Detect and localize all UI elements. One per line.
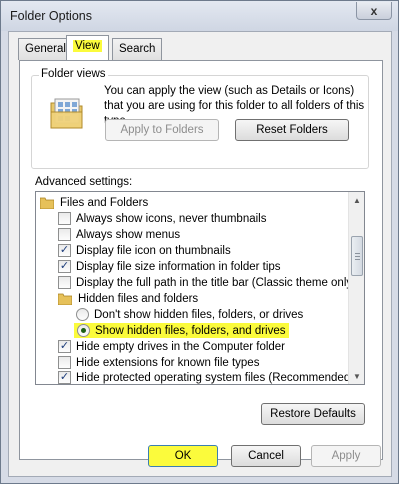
close-button[interactable]: x [356, 2, 392, 20]
option-label: Always show icons, never thumbnails [76, 212, 267, 225]
ok-label: OK [174, 450, 192, 462]
option-label: Always show menus [76, 228, 181, 241]
tree-scrollbar[interactable]: ▲ ▼ [348, 192, 364, 384]
option-hide-protected-files[interactable]: ✓ Hide protected operating system files … [58, 369, 355, 384]
advanced-settings-tree[interactable]: Files and Folders Always show icons, nev… [35, 191, 365, 385]
tree-item-label: Files and Folders [60, 196, 149, 209]
checkbox-checked[interactable]: ✓ [58, 340, 71, 353]
apply-label: Apply [331, 450, 361, 462]
option-display-file-size[interactable]: ✓ Display file size information in folde… [58, 258, 281, 275]
option-show-hidden[interactable]: Show hidden files, folders, and drives [74, 322, 289, 339]
option-label: Display file icon on thumbnails [76, 244, 231, 257]
option-label: Hide extensions for known file types [76, 356, 260, 369]
window-title: Folder Options [10, 9, 92, 23]
option-label: Show hidden files, folders, and drives [95, 324, 286, 337]
checkbox-unchecked[interactable] [58, 212, 71, 225]
scroll-thumb[interactable] [351, 236, 363, 276]
tab-search-label: Search [119, 43, 156, 55]
tab-general[interactable]: General [18, 38, 73, 60]
folder-views-icon [50, 98, 83, 129]
tab-view[interactable]: View [66, 35, 109, 60]
checkbox-checked[interactable]: ✓ [58, 260, 71, 273]
checkbox-unchecked[interactable] [58, 228, 71, 241]
tree-item-label: Hidden files and folders [78, 292, 199, 305]
checkbox-checked[interactable]: ✓ [58, 371, 71, 384]
reset-folders-label: Reset Folders [256, 124, 328, 136]
tab-general-label: General [25, 43, 66, 55]
folder-icon [40, 197, 54, 209]
reset-folders-button[interactable]: Reset Folders [235, 119, 349, 141]
tab-search[interactable]: Search [112, 38, 163, 60]
folder-icon [58, 293, 72, 305]
folder-views-legend: Folder views [39, 68, 108, 80]
option-label: Display the full path in the title bar (… [76, 276, 356, 289]
checkbox-unchecked[interactable] [58, 356, 71, 369]
apply-to-folders-button[interactable]: Apply to Folders [105, 119, 219, 141]
scroll-down-icon[interactable]: ▼ [351, 369, 363, 383]
advanced-settings-label: Advanced settings: [35, 176, 133, 188]
option-hide-empty-drives[interactable]: ✓ Hide empty drives in the Computer fold… [58, 338, 285, 355]
title-bar[interactable]: Folder Options x [1, 1, 398, 31]
apply-button[interactable]: Apply [311, 445, 381, 467]
option-always-show-menus[interactable]: Always show menus [58, 226, 180, 243]
tree-folder-hidden-files[interactable]: Hidden files and folders [58, 290, 198, 307]
option-always-show-icons[interactable]: Always show icons, never thumbnails [58, 210, 266, 227]
radio-unselected[interactable] [76, 308, 89, 321]
highlight-marker: Show hidden files, folders, and drives [74, 323, 289, 338]
apply-to-folders-label: Apply to Folders [120, 124, 204, 136]
radio-selected[interactable] [77, 324, 90, 337]
tab-view-label: View [73, 40, 102, 52]
scroll-up-icon[interactable]: ▲ [351, 193, 363, 207]
ok-button[interactable]: OK [148, 445, 218, 467]
tree-folder-files-and-folders[interactable]: Files and Folders [40, 194, 148, 211]
checkbox-unchecked[interactable] [58, 276, 71, 289]
option-label: Don't show hidden files, folders, or dri… [94, 308, 304, 321]
option-label: Display file size information in folder … [76, 260, 281, 273]
option-label: Hide empty drives in the Computer folder [76, 340, 286, 353]
close-icon: x [370, 3, 378, 18]
cancel-label: Cancel [248, 450, 284, 462]
option-label: Hide protected operating system files (R… [76, 371, 355, 384]
restore-defaults-button[interactable]: Restore Defaults [261, 403, 365, 425]
folder-options-window: Folder Options x General View Search Fol… [0, 0, 399, 484]
option-display-full-path[interactable]: Display the full path in the title bar (… [58, 274, 356, 291]
checkbox-checked[interactable]: ✓ [58, 244, 71, 257]
cancel-button[interactable]: Cancel [231, 445, 301, 467]
option-dont-show-hidden[interactable]: Don't show hidden files, folders, or dri… [76, 306, 303, 323]
option-display-file-icon[interactable]: ✓ Display file icon on thumbnails [58, 242, 231, 259]
restore-defaults-label: Restore Defaults [270, 408, 356, 420]
